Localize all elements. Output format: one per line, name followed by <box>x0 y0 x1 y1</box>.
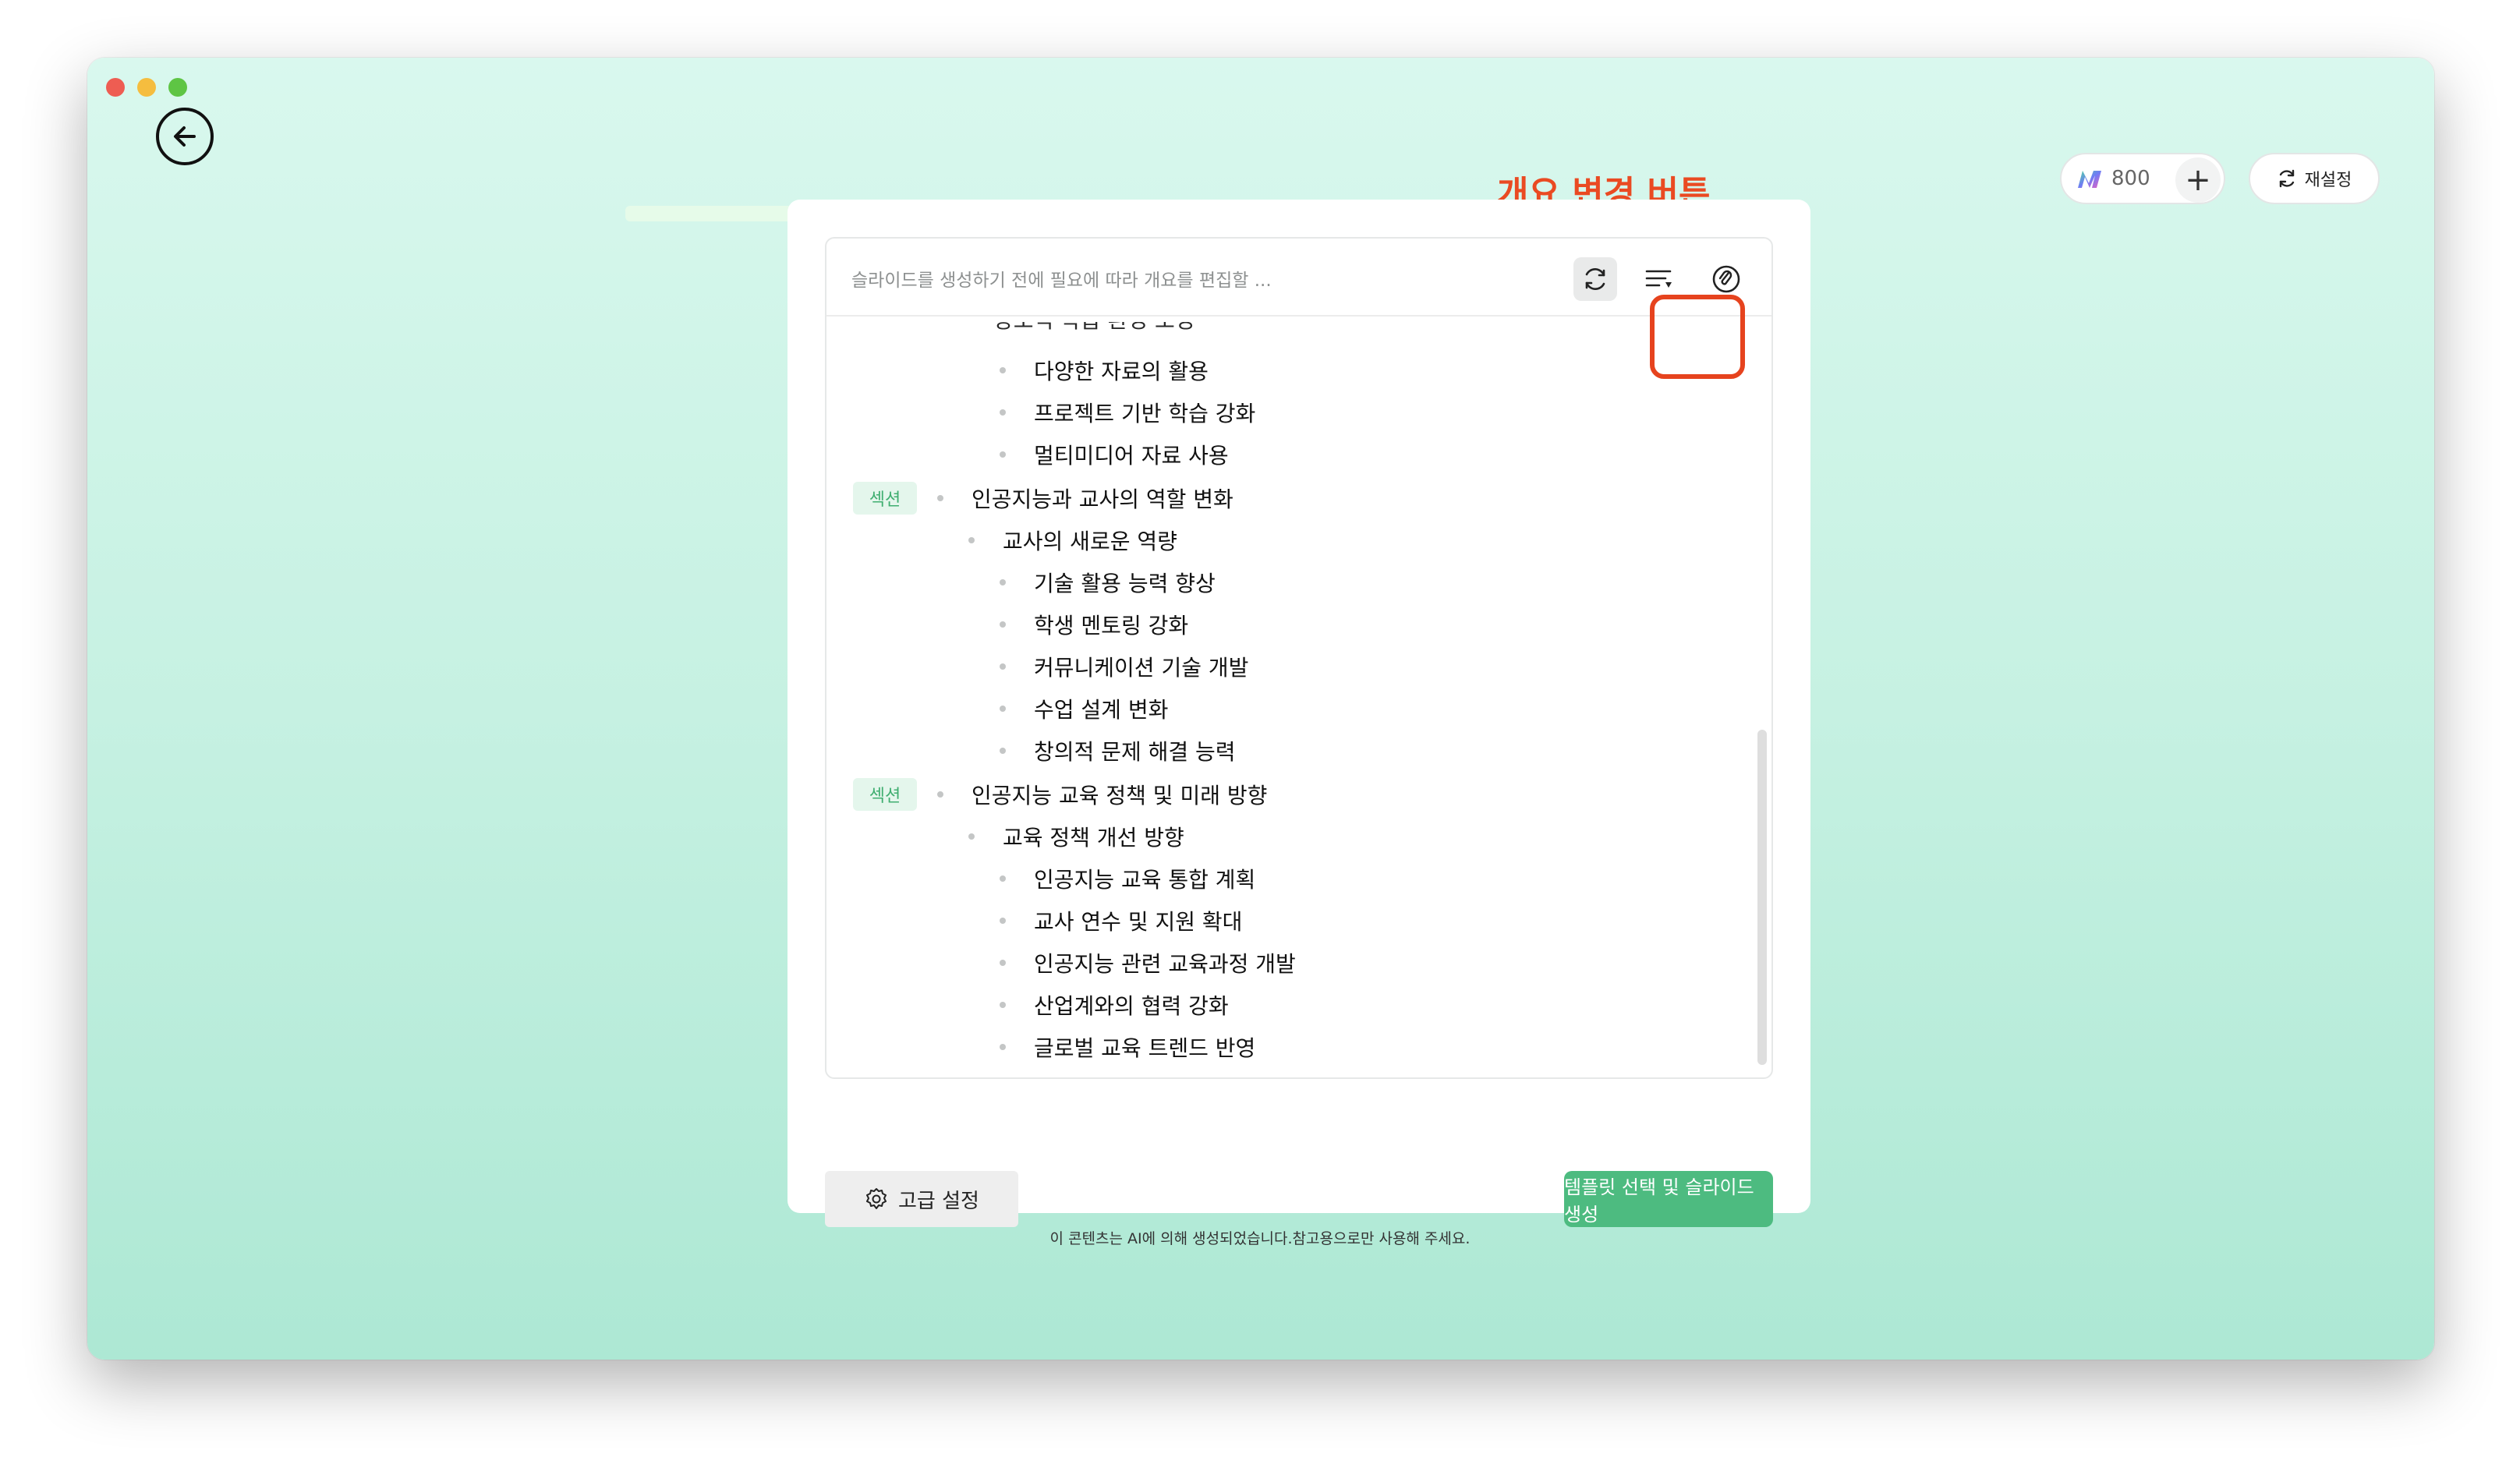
bullet-icon <box>968 537 975 543</box>
list-item-clipped: 창조적 학습 환경 조성 <box>993 317 1195 333</box>
gear-icon <box>866 1188 887 1209</box>
list-item[interactable]: 창의적 문제 해결 능력 <box>1000 730 1236 772</box>
section-badge: 섹션 <box>853 482 917 515</box>
bullet-icon <box>1000 621 1006 628</box>
outline-list: 창조적 학습 환경 조성 다양한 자료의 활용 프로젝트 기반 학습 강화 멀티… <box>826 317 1771 1077</box>
list-item[interactable]: 기술 활용 능력 향상 <box>1000 561 1216 603</box>
refresh-icon <box>2279 169 2294 188</box>
regenerate-icon <box>1585 267 1605 291</box>
close-window-button[interactable] <box>106 78 125 97</box>
list-item[interactable]: 산업계와의 협력 강화 <box>1000 984 1229 1026</box>
list-item[interactable]: 인공지능 교육 통합 계획 <box>1000 858 1255 900</box>
bullet-icon <box>968 833 975 840</box>
credit-value: 800 <box>2111 167 2150 190</box>
bullet-icon <box>1000 706 1006 712</box>
bullet-icon <box>1000 748 1006 754</box>
add-credits-button[interactable]: + <box>2175 157 2221 203</box>
editor-toolbar: 슬라이드를 생성하기 전에 필요에 따라 개요를 편집할 ... <box>826 239 1771 317</box>
zoom-window-button[interactable] <box>168 78 187 97</box>
bullet-icon <box>1000 451 1006 458</box>
list-item[interactable]: 다양한 자료의 활용 <box>1000 349 1209 391</box>
reset-label: 재설정 <box>2304 171 2352 190</box>
bullet-icon <box>1000 663 1006 670</box>
arrow-left-icon <box>174 126 196 147</box>
bullet-icon <box>1000 367 1006 373</box>
list-item[interactable]: 교육 정책 개선 방향 <box>968 815 1184 858</box>
bullet-icon <box>1000 1002 1006 1008</box>
section-heading[interactable]: 인공지능과 교사의 역할 변화 <box>937 477 1233 519</box>
list-item[interactable]: 학생 멘토링 강화 <box>1000 603 1188 646</box>
section-heading[interactable]: 인공지능 교육 정책 및 미래 방향 <box>937 773 1267 815</box>
advanced-settings-label: 고급 설정 <box>898 1189 979 1213</box>
section-badge: 섹션 <box>853 778 917 811</box>
minimize-window-button[interactable] <box>137 78 156 97</box>
credit-counter: 800 + <box>2060 153 2225 204</box>
bullet-icon <box>1000 875 1006 882</box>
list-item[interactable]: 커뮤니케이션 기술 개발 <box>1000 646 1248 688</box>
bullet-icon <box>1000 960 1006 966</box>
sort-icon <box>1645 270 1672 288</box>
list-item[interactable]: 교사 연수 및 지원 확대 <box>1000 900 1242 942</box>
paperclip-icon <box>1712 265 1740 293</box>
brand-logo-icon <box>2078 171 2101 188</box>
bullet-icon <box>937 791 943 798</box>
outline-editor[interactable]: 슬라이드를 생성하기 전에 필요에 따라 개요를 편집할 ... 창조적 학습 … <box>825 237 1773 1079</box>
scrollbar[interactable] <box>1757 730 1767 1065</box>
annotation-highlight-box <box>1650 295 1745 379</box>
ai-disclaimer: 이 콘텐츠는 AI에 의해 생성되었습니다.참고용으로만 사용해 주세요. <box>1049 1230 1471 1247</box>
back-button[interactable] <box>156 108 214 165</box>
bullet-icon <box>1000 1044 1006 1050</box>
bullet-icon <box>1000 918 1006 924</box>
regenerate-outline-button[interactable] <box>1573 257 1617 301</box>
list-item[interactable]: 프로젝트 기반 학습 강화 <box>1000 391 1255 433</box>
bullet-icon <box>1000 579 1006 585</box>
list-item[interactable]: 수업 설계 변화 <box>1000 688 1168 730</box>
advanced-settings-button[interactable]: 고급 설정 <box>825 1171 1018 1227</box>
bullet-icon <box>1000 409 1006 416</box>
editor-hint: 슬라이드를 생성하기 전에 필요에 따라 개요를 편집할 ... <box>851 271 1272 291</box>
generate-slides-button[interactable]: 템플릿 선택 및 슬라이드 생성 <box>1564 1171 1773 1227</box>
list-item[interactable]: 글로벌 교육 트렌드 반영 <box>1000 1026 1255 1068</box>
bullet-icon <box>937 495 943 501</box>
reset-button[interactable]: 재설정 <box>2249 153 2380 204</box>
list-item[interactable]: 인공지능 관련 교육과정 개발 <box>1000 942 1296 984</box>
list-item[interactable]: 교사의 새로운 역량 <box>968 519 1177 561</box>
list-item[interactable]: 멀티미디어 자료 사용 <box>1000 433 1229 476</box>
